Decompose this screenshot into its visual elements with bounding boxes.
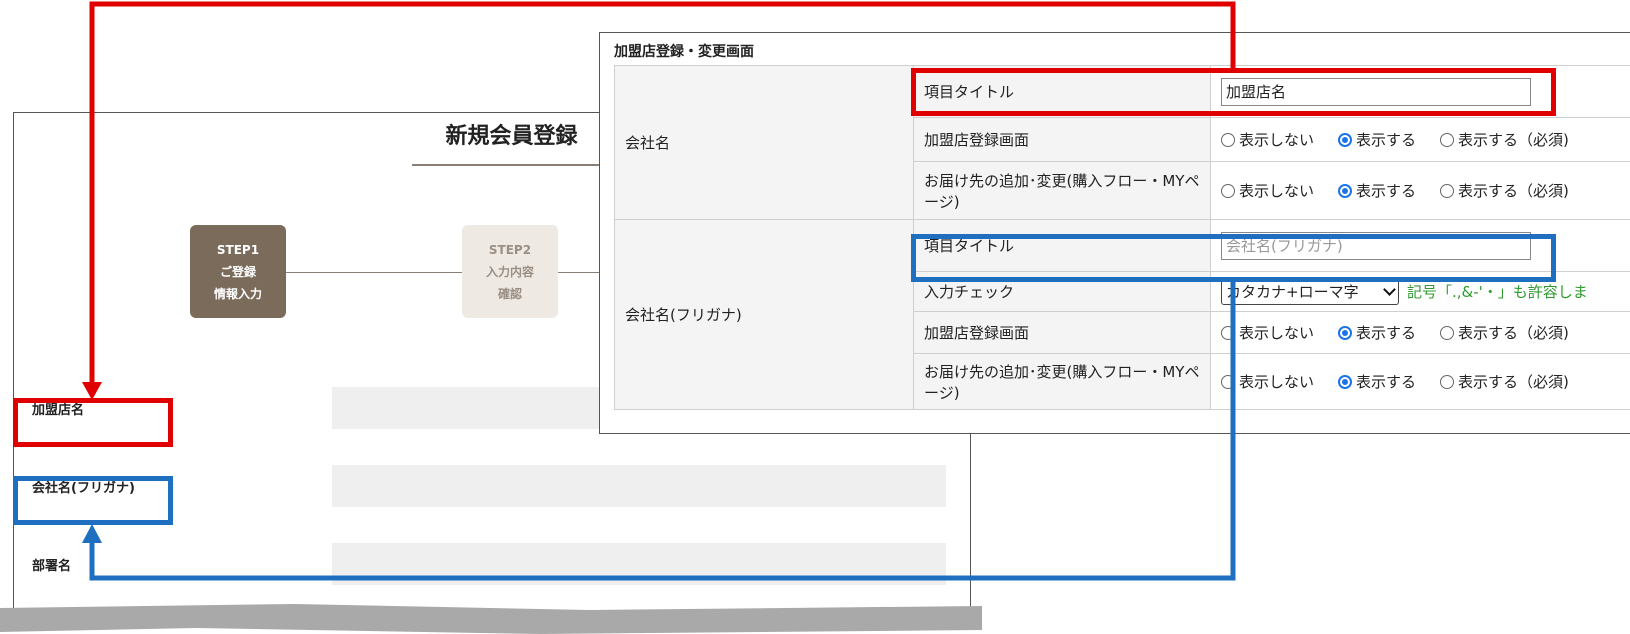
row-label: お届け先の追加･変更(購入フロー・MYページ) — [913, 161, 1211, 220]
radio-button-checked-icon[interactable] — [1338, 374, 1353, 389]
radio-button-icon[interactable] — [1221, 183, 1235, 198]
row-label: 加盟店登録画面 — [913, 117, 1211, 162]
radio-label: 表示する — [1356, 373, 1417, 391]
table-cell: 表示しない 表示する 表示する（必須) — [1210, 311, 1630, 354]
group-label-company: 会社名 — [614, 65, 914, 220]
radio-group: 表示しない 表示する 表示する（必須) — [1221, 180, 1630, 201]
radio-label: 表示しない — [1239, 324, 1315, 342]
step-1-label-line1: ご登録 — [219, 264, 256, 279]
input-check-select[interactable]: カタカナ+ローマ字 — [1221, 278, 1399, 305]
radio-button-checked-icon[interactable] — [1338, 132, 1353, 147]
step-1-label-line2: 情報入力 — [213, 286, 262, 301]
radio-group: 表示しない 表示する 表示する（必須) — [1221, 129, 1630, 150]
radio-button-icon[interactable] — [1221, 132, 1235, 147]
admin-panel-title: 加盟店登録・変更画面 — [614, 44, 754, 60]
torn-edge-shadow — [0, 604, 982, 634]
red-callout-store-name-label — [13, 398, 173, 447]
radio-label: 表示する（必須) — [1458, 131, 1569, 149]
radio-button-checked-icon[interactable] — [1338, 325, 1353, 340]
step-1-number: STEP1 — [216, 242, 260, 257]
table-cell: 表示しない 表示する 表示する（必須) — [1210, 353, 1630, 410]
input-check-controls: カタカナ+ローマ字 記号「.,&-'・」も許容しま — [1221, 278, 1630, 305]
blue-callout-item-title-row — [911, 234, 1556, 282]
radio-button-icon[interactable] — [1221, 325, 1235, 340]
radio-button-icon[interactable] — [1221, 374, 1235, 389]
radio-option[interactable]: 表示しない — [1221, 129, 1314, 150]
page-title: 新規会員登録 — [445, 124, 578, 149]
radio-label: 表示する（必須) — [1458, 324, 1569, 342]
select-value: カタカナ+ローマ字 — [1226, 283, 1359, 301]
radio-option[interactable]: 表示する（必須) — [1440, 371, 1569, 392]
step-connector-line — [284, 272, 624, 273]
step-2-number: STEP2 — [488, 242, 532, 257]
radio-option[interactable]: 表示しない — [1221, 322, 1314, 343]
group-label-company-kana: 会社名(フリガナ) — [614, 219, 914, 410]
radio-label: 表示する（必須) — [1458, 182, 1569, 200]
table-cell: 表示しない 表示する 表示する（必須) — [1210, 117, 1630, 162]
radio-option[interactable]: 表示する（必須) — [1440, 322, 1569, 343]
radio-button-icon[interactable] — [1440, 183, 1455, 198]
radio-button-icon[interactable] — [1440, 374, 1455, 389]
radio-label: 表示する — [1356, 182, 1417, 200]
row-label: 加盟店登録画面 — [913, 311, 1211, 354]
radio-button-checked-icon[interactable] — [1338, 183, 1353, 198]
radio-button-icon[interactable] — [1440, 132, 1455, 147]
step-2-label-line2: 確認 — [497, 286, 522, 301]
field-label-department: 部署名 — [32, 559, 72, 574]
step-2-label-line1: 入力内容 — [485, 264, 534, 279]
radio-label: 表示する（必須) — [1458, 373, 1569, 391]
radio-option[interactable]: 表示する（必須) — [1440, 180, 1569, 201]
radio-option[interactable]: 表示しない — [1221, 180, 1314, 201]
department-input[interactable] — [332, 543, 946, 585]
input-check-hint: 記号「.,&-'・」も許容しま — [1407, 283, 1588, 301]
radio-option[interactable]: 表示しない — [1221, 371, 1314, 392]
radio-label: 表示しない — [1239, 373, 1315, 391]
row-label: お届け先の追加･変更(購入フロー・MYページ) — [913, 353, 1211, 410]
radio-option[interactable]: 表示する（必須) — [1440, 129, 1569, 150]
radio-option[interactable]: 表示する — [1338, 371, 1416, 392]
radio-option[interactable]: 表示する — [1338, 180, 1416, 201]
radio-label: 表示する — [1356, 324, 1417, 342]
radio-label: 表示する — [1356, 131, 1417, 149]
blue-callout-company-kana-label — [13, 476, 173, 525]
radio-button-icon[interactable] — [1440, 325, 1455, 340]
red-callout-item-title-row — [911, 68, 1556, 116]
radio-option[interactable]: 表示する — [1338, 129, 1416, 150]
company-kana-input[interactable] — [332, 465, 946, 507]
radio-group: 表示しない 表示する 表示する（必須) — [1221, 322, 1630, 343]
chevron-down-icon — [1383, 283, 1396, 296]
table-cell: 表示しない 表示する 表示する（必須) — [1210, 161, 1630, 220]
step-1-indicator: STEP1 ご登録 情報入力 — [190, 225, 286, 318]
radio-option[interactable]: 表示する — [1338, 322, 1416, 343]
radio-group: 表示しない 表示する 表示する（必須) — [1221, 371, 1630, 392]
radio-label: 表示しない — [1239, 131, 1315, 149]
step-2-indicator: STEP2 入力内容 確認 — [462, 225, 558, 318]
radio-label: 表示しない — [1239, 182, 1315, 200]
